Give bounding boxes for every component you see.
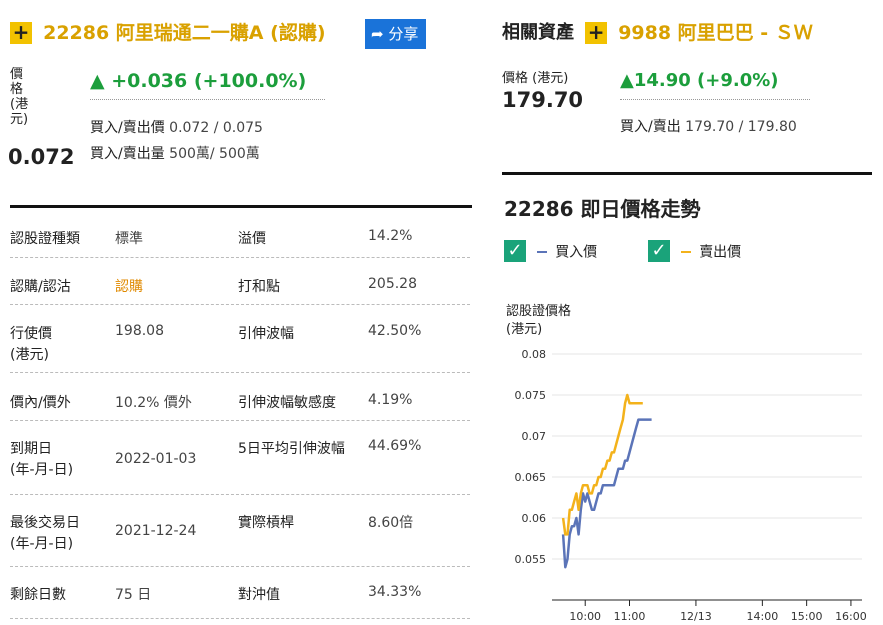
table-row-value: 10.2% 價外 bbox=[115, 395, 192, 411]
chart-title: 22286 即日價格走勢 bbox=[504, 197, 701, 221]
legend-ask[interactable]: ✓ 賣出價 bbox=[648, 240, 741, 262]
divider bbox=[10, 304, 470, 305]
table-row-value: 2021-12-24 bbox=[115, 523, 197, 539]
divider bbox=[10, 420, 470, 421]
table-row-value: 認購 bbox=[115, 279, 143, 295]
table-row-label: 引伸波幅 bbox=[238, 326, 294, 342]
y-tick-label: 0.055 bbox=[515, 553, 547, 566]
add-watchlist-icon[interactable]: + bbox=[10, 22, 32, 44]
y-tick-label: 0.065 bbox=[515, 471, 547, 484]
checkbox-ask[interactable]: ✓ bbox=[648, 240, 670, 262]
share-icon: ➦ bbox=[371, 25, 384, 43]
price-chart: 0.08 0.075 0.07 0.065 0.06 0.055 10:00 11:00 12… bbox=[515, 348, 867, 623]
divider bbox=[10, 257, 470, 258]
table-row-value: 34.33% bbox=[368, 584, 422, 600]
related-change: ▲14.90 (+9.0%) bbox=[620, 70, 779, 91]
table-row-label: 到期日 bbox=[10, 441, 52, 457]
related-asset-label: 相關資產 bbox=[502, 22, 574, 43]
table-row-value: 8.60倍 bbox=[368, 515, 414, 531]
divider bbox=[10, 566, 470, 567]
bid-line-swatch bbox=[537, 250, 548, 253]
warrant-price: 0.072 bbox=[8, 145, 75, 169]
table-row-label-sub: (年-月-日) bbox=[10, 462, 74, 478]
table-row-value: 42.50% bbox=[368, 323, 422, 339]
warrant-bidask-price: 買入/賣出價 0.072 / 0.075 bbox=[90, 120, 263, 136]
table-row-label: 溢價 bbox=[238, 231, 266, 247]
section-divider bbox=[10, 205, 472, 208]
legend-bid[interactable]: ✓ 買入價 bbox=[504, 240, 597, 262]
x-tick-label: 15:00 bbox=[791, 610, 823, 623]
table-row-value: 75 日 bbox=[115, 587, 152, 603]
chart-ylabel: 認股證價格 (港元) bbox=[506, 304, 572, 337]
x-tick-label: 14:00 bbox=[747, 610, 779, 623]
table-row-label-sub: (年-月-日) bbox=[10, 536, 74, 552]
y-tick-label: 0.075 bbox=[515, 389, 547, 402]
table-row-label: 對沖值 bbox=[238, 587, 280, 603]
warrant-bidask-volume: 買入/賣出量 500萬/ 500萬 bbox=[90, 146, 260, 162]
table-row-value: 標準 bbox=[115, 231, 143, 247]
table-row-label: 認購/認沽 bbox=[10, 279, 71, 295]
y-tick-label: 0.08 bbox=[522, 348, 547, 361]
divider bbox=[620, 99, 810, 100]
share-label: 分享 bbox=[388, 25, 419, 43]
table-row-label: 認股證種類 bbox=[10, 231, 80, 247]
ask-line-swatch bbox=[681, 250, 692, 253]
table-row-label-sub: (港元) bbox=[10, 347, 49, 363]
x-tick-label: 10:00 bbox=[569, 610, 601, 623]
x-tick-label: 12/13 bbox=[680, 610, 712, 623]
divider bbox=[10, 618, 470, 619]
add-watchlist-icon[interactable]: + bbox=[585, 22, 608, 44]
related-asset-title[interactable]: 9988 阿里巴巴 - ＳＷ bbox=[618, 22, 813, 44]
table-row-label: 行使價 bbox=[10, 326, 52, 342]
table-row-label: 打和點 bbox=[238, 279, 280, 295]
warrant-title: 22286 阿里瑞通二一購A (認購) bbox=[43, 22, 326, 44]
table-row-label: 價內/價外 bbox=[10, 395, 71, 411]
related-asset-header: 相關資產 + 9988 阿里巴巴 - ＳＷ bbox=[502, 22, 813, 44]
table-row-label: 5日平均引伸波幅 bbox=[238, 441, 345, 457]
y-tick-label: 0.07 bbox=[522, 430, 547, 443]
table-row-label: 剩餘日數 bbox=[10, 587, 66, 603]
warrant-header: + 22286 阿里瑞通二一購A (認購) bbox=[10, 22, 326, 44]
y-tick-label: 0.06 bbox=[522, 512, 547, 525]
table-row-value: 4.19% bbox=[368, 392, 413, 408]
warrant-price-label: 價 格 (港 元) bbox=[10, 67, 29, 127]
share-button[interactable]: ➦ 分享 bbox=[365, 19, 427, 49]
section-divider bbox=[502, 172, 872, 175]
table-row-label: 實際槓桿 bbox=[238, 515, 294, 531]
table-row-value: 2022-01-03 bbox=[115, 451, 197, 467]
x-tick-label: 16:00 bbox=[835, 610, 867, 623]
divider bbox=[10, 372, 470, 373]
table-row-value: 198.08 bbox=[115, 323, 164, 339]
legend-ask-label: 賣出價 bbox=[699, 244, 742, 261]
legend-bid-label: 買入價 bbox=[555, 244, 598, 261]
table-row-value: 44.69% bbox=[368, 438, 422, 454]
warrant-change: ▲ +0.036 (+100.0%) bbox=[90, 70, 307, 92]
related-bidask: 買入/賣出 179.70 / 179.80 bbox=[620, 119, 797, 135]
ask-price-line bbox=[561, 393, 643, 536]
divider bbox=[10, 494, 470, 495]
checkbox-bid[interactable]: ✓ bbox=[504, 240, 526, 262]
table-row-label: 引伸波幅敏感度 bbox=[238, 395, 336, 411]
table-row-value: 205.28 bbox=[368, 276, 417, 292]
related-price: 179.70 bbox=[502, 88, 584, 112]
related-price-label: 價格 (港元) bbox=[502, 71, 569, 86]
x-tick-label: 11:00 bbox=[614, 610, 646, 623]
divider bbox=[90, 99, 325, 100]
table-row-label: 最後交易日 bbox=[10, 515, 80, 531]
table-row-value: 14.2% bbox=[368, 228, 413, 244]
